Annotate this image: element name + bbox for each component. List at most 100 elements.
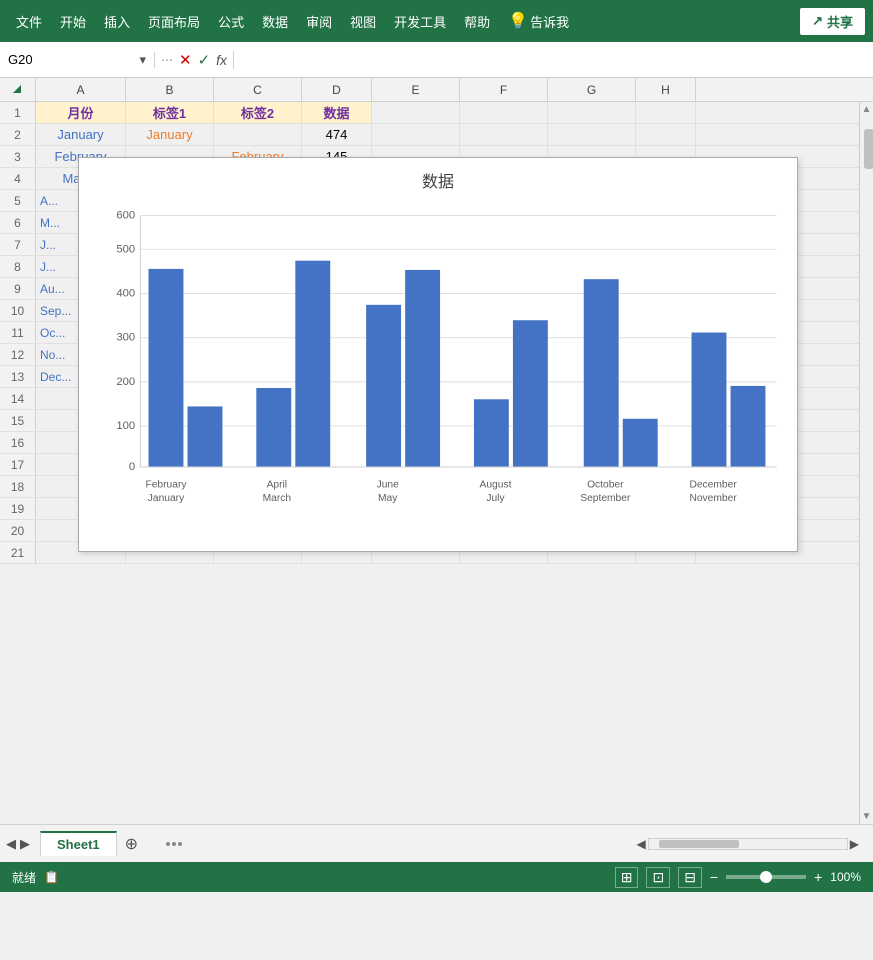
svg-text:June: June (377, 480, 400, 491)
menu-help[interactable]: 帮助 (456, 8, 498, 35)
scroll-up-icon[interactable]: ▲ (860, 102, 873, 115)
cell-a1[interactable]: 月份 (36, 102, 126, 123)
menu-formula[interactable]: 公式 (210, 8, 252, 35)
table-row: 2 January January 474 (0, 124, 873, 146)
cell-d2[interactable]: 474 (302, 124, 372, 145)
cell-h1[interactable] (636, 102, 696, 123)
svg-text:September: September (580, 493, 631, 504)
cell-d1[interactable]: 数据 (302, 102, 372, 123)
cell-a2[interactable]: January (36, 124, 126, 145)
share-icon: ↗ (812, 13, 823, 29)
cell-e1[interactable] (372, 102, 460, 123)
hscroll-right-icon[interactable]: ▶ (850, 837, 859, 851)
row-number: 1 (0, 102, 36, 123)
cell-c1[interactable]: 标签2 (214, 102, 302, 123)
zoom-slider-thumb[interactable] (760, 871, 772, 883)
col-header-f[interactable]: F (460, 78, 548, 101)
bar-chart: 0 100 200 300 400 500 600 February J (89, 198, 787, 541)
col-header-a[interactable]: A (36, 78, 126, 101)
zoom-slider[interactable] (726, 875, 806, 879)
menu-view[interactable]: 视图 (342, 8, 384, 35)
svg-text:100: 100 (116, 420, 135, 432)
col-header-c[interactable]: C (214, 78, 302, 101)
status-icon: 📋 (44, 870, 59, 884)
hscroll-left-icon[interactable]: ◀ (637, 837, 646, 851)
cell-h2[interactable] (636, 124, 696, 145)
expand-icon[interactable]: ⋯ (161, 53, 173, 67)
row-number: 17 (0, 454, 36, 475)
bar-june (405, 270, 440, 467)
cell-b2[interactable]: January (126, 124, 214, 145)
col-header-d[interactable]: D (302, 78, 372, 101)
scroll-down-icon[interactable]: ▼ (860, 811, 873, 822)
tell-me-input[interactable]: 告诉我 (530, 12, 569, 31)
cell-ref-dropdown-icon[interactable]: ▾ (139, 52, 146, 68)
svg-text:600: 600 (116, 210, 135, 222)
vertical-scrollbar[interactable]: ▲ ▼ (859, 102, 873, 824)
view-page-icon[interactable]: ⊡ (646, 867, 670, 888)
share-button[interactable]: ↗ 共享 (800, 8, 865, 35)
hscroll-track[interactable] (648, 838, 848, 850)
menu-review[interactable]: 审阅 (298, 8, 340, 35)
row-number: 11 (0, 322, 36, 343)
sheet-nav-left: ◀ ▶ (0, 836, 36, 852)
cell-c2[interactable] (214, 124, 302, 145)
cell-ref-value: G20 (8, 52, 33, 67)
grid-container: 1 月份 标签1 标签2 数据 2 January January 474 3 … (0, 102, 873, 824)
table-row: 1 月份 标签1 标签2 数据 (0, 102, 873, 124)
cell-b1[interactable]: 标签1 (126, 102, 214, 123)
bar-november (692, 333, 727, 467)
sheet-next-icon[interactable]: ▶ (20, 836, 30, 852)
chart-area: 0 100 200 300 400 500 600 February J (89, 198, 787, 541)
horizontal-scroll-area: ◀ ▶ (637, 837, 873, 851)
sheet-tab[interactable]: Sheet1 (40, 831, 117, 856)
view-normal-icon[interactable]: ⊞ (615, 867, 639, 888)
svg-text:November: November (689, 493, 737, 504)
col-header-g[interactable]: G (548, 78, 636, 101)
formula-input[interactable] (234, 52, 873, 67)
bar-may (366, 305, 401, 467)
menu-file[interactable]: 文件 (8, 8, 50, 35)
hscroll-thumb[interactable] (659, 840, 739, 848)
svg-text:January: January (148, 493, 185, 504)
menu-start[interactable]: 开始 (52, 8, 94, 35)
row-number: 10 (0, 300, 36, 321)
scrollbar-thumb[interactable] (864, 129, 873, 169)
row-number: 18 (0, 476, 36, 497)
add-sheet-button[interactable]: ⊕ (117, 830, 146, 858)
cell-f1[interactable] (460, 102, 548, 123)
statusbar: 就绪 📋 ⊞ ⊡ ⊟ − + 100% (0, 862, 873, 892)
chart-container[interactable]: 数据 0 100 200 300 400 500 600 (78, 157, 798, 552)
confirm-formula-icon[interactable]: ✓ (198, 51, 211, 69)
row-number: 12 (0, 344, 36, 365)
cell-g2[interactable] (548, 124, 636, 145)
light-icon: 💡 (508, 11, 528, 31)
col-header-b[interactable]: B (126, 78, 214, 101)
bar-december (731, 386, 766, 467)
share-label: 共享 (827, 12, 853, 31)
sheet-prev-icon[interactable]: ◀ (6, 836, 16, 852)
cancel-formula-icon[interactable]: ✕ (179, 51, 192, 69)
col-header-h[interactable]: H (636, 78, 696, 101)
svg-text:May: May (378, 493, 398, 504)
row-number: 2 (0, 124, 36, 145)
bar-april (295, 261, 330, 467)
zoom-in-icon[interactable]: + (814, 869, 822, 885)
bar-january (149, 269, 184, 467)
status-text: 就绪 (12, 869, 36, 886)
menu-dev[interactable]: 开发工具 (386, 8, 454, 35)
statusbar-right: ⊞ ⊡ ⊟ − + 100% (615, 867, 861, 888)
cell-f2[interactable] (460, 124, 548, 145)
bar-july (474, 399, 509, 467)
menu-data[interactable]: 数据 (254, 8, 296, 35)
column-headers: A B C D E F G H (0, 78, 873, 102)
svg-text:300: 300 (116, 332, 135, 344)
menu-insert[interactable]: 插入 (96, 8, 138, 35)
col-header-e[interactable]: E (372, 78, 460, 101)
view-break-icon[interactable]: ⊟ (678, 867, 702, 888)
cell-reference-box[interactable]: G20 ▾ (0, 52, 155, 68)
cell-e2[interactable] (372, 124, 460, 145)
zoom-out-icon[interactable]: − (710, 869, 718, 885)
cell-g1[interactable] (548, 102, 636, 123)
menu-pagelayout[interactable]: 页面布局 (140, 8, 208, 35)
